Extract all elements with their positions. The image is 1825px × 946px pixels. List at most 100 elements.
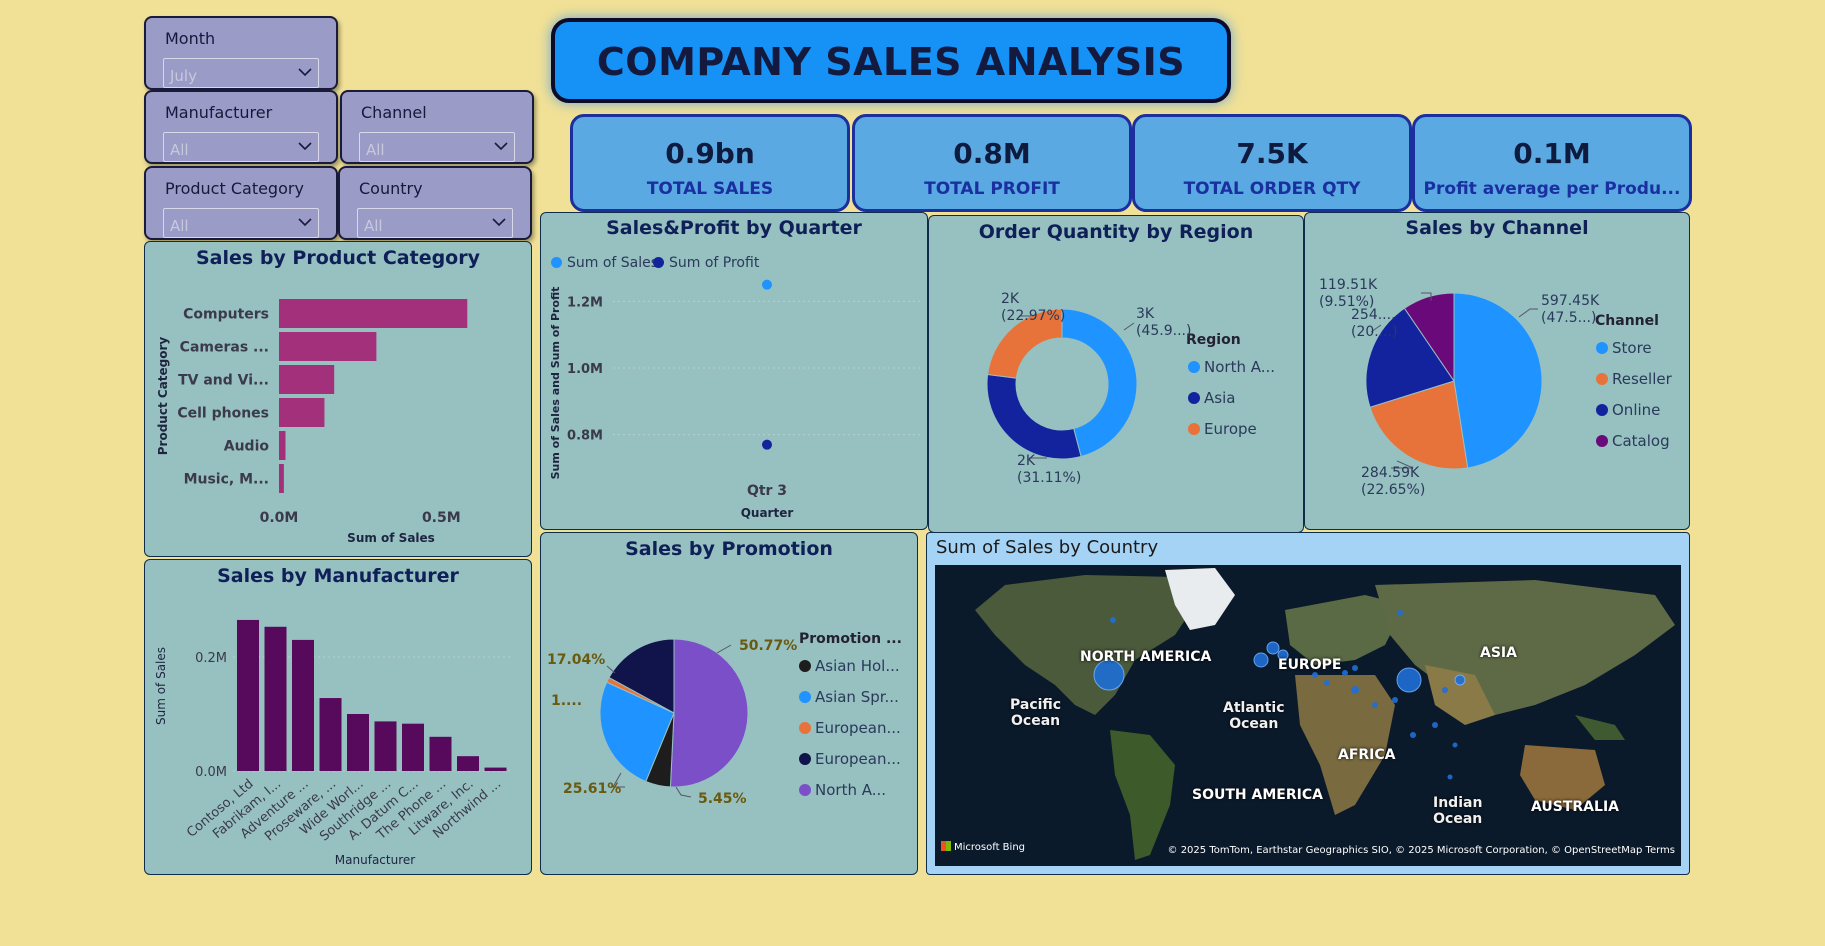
channel-slicer-label: Channel <box>361 103 427 122</box>
y-tick-label: 1.2M <box>567 295 603 310</box>
dashboard-title-banner: COMPANY SALES ANALYSIS <box>551 18 1231 103</box>
microsoft-logo-icon <box>941 841 951 851</box>
kpi-value: 0.9bn <box>665 137 755 170</box>
product-category-value: All <box>170 217 189 235</box>
map-label-asia: ASIA <box>1480 645 1517 661</box>
bar <box>374 721 397 771</box>
bar <box>279 398 325 427</box>
manufacturer-bar-chart: Sum of Sales Manufacturer 0.0M0.2MContos… <box>154 619 510 867</box>
map-label-atlantic-ocean: Atlantic Ocean <box>1223 700 1285 732</box>
legend-label: Store <box>1612 339 1652 357</box>
sales-profit-by-quarter-panel[interactable]: Sales&Profit by Quarter Sum of Sales Sum… <box>540 212 928 530</box>
map-label-pacific-ocean: Pacific Ocean <box>1010 697 1062 729</box>
leader-line <box>1518 308 1538 318</box>
legend-dot <box>799 691 811 703</box>
chevron-down-icon <box>298 68 312 77</box>
data-label-pct: (45.9...) <box>1136 323 1191 339</box>
legend-label: Asian Hol... <box>815 657 900 675</box>
bar <box>279 299 468 328</box>
map-label-south-america: SOUTH AMERICA <box>1192 787 1323 803</box>
data-label: 2K <box>1001 291 1020 307</box>
manufacturer-slicer[interactable]: Manufacturer All <box>144 90 338 164</box>
channel-slicer[interactable]: Channel All <box>340 90 534 164</box>
product-category-slicer-label: Product Category <box>165 179 304 198</box>
leader-line <box>675 786 692 798</box>
data-label-pct: (22.97%) <box>1001 308 1065 324</box>
product-category-dropdown[interactable]: All <box>163 208 319 238</box>
data-label-pct: (9.51%) <box>1319 294 1374 310</box>
map-brand: Microsoft Bing <box>941 841 1025 853</box>
legend-dot <box>1596 373 1608 385</box>
kpi-label: Profit average per Produ... <box>1423 179 1681 199</box>
bar <box>292 639 314 771</box>
promotion-pie-chart: Asian Hol... Asian Spr... European... Europ… <box>547 638 901 807</box>
legend-dot <box>1596 404 1608 416</box>
category-label: Cameras ... <box>180 340 269 356</box>
pie-slice <box>986 373 1082 460</box>
kpi-label: TOTAL PROFIT <box>924 179 1060 199</box>
data-point-sales <box>762 279 772 290</box>
kpi-total-sales[interactable]: 0.9bn TOTAL SALES <box>570 114 850 212</box>
data-label: 25.61% <box>563 781 621 797</box>
category-label: Cell phones <box>177 406 269 422</box>
y-axis-title: Sum of Sales <box>154 647 168 725</box>
pie-slice <box>1453 292 1543 469</box>
world-map[interactable]: NORTH AMERICA EUROPE ASIA AFRICA SOUTH A… <box>935 565 1681 866</box>
legend-dot <box>1188 392 1200 404</box>
sales-by-manufacturer-panel[interactable]: Sales by Manufacturer Sum of Sales Manuf… <box>144 559 532 875</box>
data-label: 284.59K <box>1361 465 1420 481</box>
order-quantity-by-region-panel[interactable]: Order Quantity by Region Region North A.… <box>928 215 1304 533</box>
data-label: 2K <box>1017 453 1036 469</box>
map-attribution[interactable]: © 2025 TomTom, Earthstar Geographics SIO… <box>1168 845 1675 856</box>
map-label-australia: AUSTRALIA <box>1531 799 1619 815</box>
y-tick-label: 0.0M <box>195 765 227 780</box>
legend-dot <box>1188 361 1200 373</box>
leader-line <box>716 644 732 654</box>
quarter-scatter-chart: Sum of Sales and Sum of Profit Quarter 0… <box>549 279 921 520</box>
channel-pie-chart: Store Reseller Online Catalog 597.45K(47.5..… <box>1319 277 1673 498</box>
legend-dot <box>1596 435 1608 447</box>
legend-dot <box>799 722 811 734</box>
map-label-north-america: NORTH AMERICA <box>1080 649 1212 665</box>
map-label-europe: EUROPE <box>1278 657 1342 673</box>
manufacturer-dropdown[interactable]: All <box>163 132 319 162</box>
bar <box>402 723 424 771</box>
kpi-total-profit[interactable]: 0.8M TOTAL PROFIT <box>852 114 1132 212</box>
dashboard-title: COMPANY SALES ANALYSIS <box>596 40 1186 84</box>
bar <box>347 714 369 771</box>
month-dropdown[interactable]: July <box>163 58 319 88</box>
legend-dot <box>1188 423 1200 435</box>
kpi-value: 0.8M <box>953 137 1031 170</box>
sales-by-product-category-panel[interactable]: Sales by Product Category Product Catego… <box>144 241 532 557</box>
data-label: 3K <box>1136 306 1155 322</box>
country-slicer[interactable]: Country All <box>338 166 532 240</box>
legend-label: European... <box>815 750 901 768</box>
category-label: Computers <box>183 307 269 323</box>
kpi-label: TOTAL ORDER QTY <box>1183 179 1361 199</box>
data-label: 5.45% <box>698 791 747 807</box>
country-dropdown[interactable]: All <box>357 208 513 238</box>
legend-label: Reseller <box>1612 370 1673 388</box>
channel-dropdown[interactable]: All <box>359 132 515 162</box>
manufacturer-value: All <box>170 141 189 159</box>
kpi-profit-average[interactable]: 0.1M Profit average per Produ... <box>1412 114 1692 212</box>
sales-by-country-map-panel[interactable]: Sum of Sales by Country NORTH AMERICA EU… <box>926 532 1690 875</box>
data-label-pct: (47.5...) <box>1541 310 1596 326</box>
category-label: Audio <box>224 439 270 455</box>
month-slicer[interactable]: Month July <box>144 16 338 90</box>
kpi-total-order-qty[interactable]: 7.5K TOTAL ORDER QTY <box>1132 114 1412 212</box>
channel-value: All <box>366 141 385 159</box>
legend-label: Europe <box>1204 420 1257 438</box>
y-tick-label: 0.2M <box>195 651 227 666</box>
legend-dot <box>799 660 811 672</box>
x-axis-title: Quarter <box>741 506 794 520</box>
data-label: 1.... <box>551 693 582 709</box>
product-category-bar-chart: Product Category Sum of Sales Computers C… <box>156 299 468 545</box>
pie-slice <box>669 638 749 788</box>
chevron-down-icon <box>492 218 506 227</box>
sales-by-promotion-panel[interactable]: Sales by Promotion Promotion ... Asian H… <box>540 532 918 875</box>
product-category-slicer[interactable]: Product Category All <box>144 166 338 240</box>
sales-by-channel-panel[interactable]: Sales by Channel Channel Store Reseller On… <box>1304 212 1690 530</box>
bar <box>457 756 479 771</box>
month-slicer-label: Month <box>165 29 216 48</box>
